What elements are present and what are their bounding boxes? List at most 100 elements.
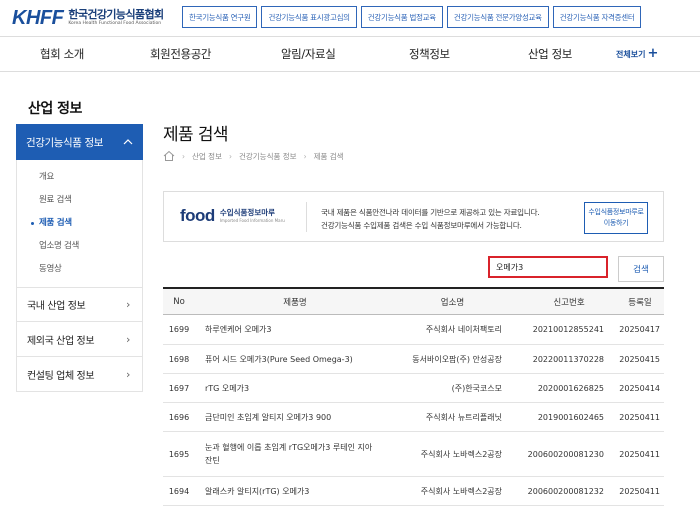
logo-mark: KHFF	[12, 6, 64, 29]
cell-no: 1699	[168, 325, 190, 334]
sidebar-item-label: 컨설팅 업체 정보	[27, 370, 95, 382]
quick-link-research[interactable]: 한국기능식품 연구원	[182, 6, 258, 28]
table-row[interactable]: 1698 퓨어 시드 오메가3(Pure Seed Omega-3) 동서바이오…	[163, 345, 664, 374]
sidebar-item-consulting[interactable]: 컨설팅 업체 정보 ›	[16, 357, 143, 392]
cell-report-number: 200600200081232	[527, 486, 604, 496]
cell-no: 1695	[168, 449, 190, 459]
cell-no: 1697	[168, 383, 190, 393]
cell-report-number: 20220011370228	[532, 354, 604, 364]
quick-link-certificate-center[interactable]: 건강기능식품 자격증센터	[552, 6, 642, 28]
table-row[interactable]: 1697 rTG 오메가3 (주)한국코스모 2020001626825 202…	[163, 374, 664, 403]
cell-date: 20250417	[619, 325, 660, 334]
button-line: 수입식품정보마루로	[588, 208, 644, 216]
cell-company: (주)한국코스모	[451, 383, 502, 393]
global-nav: 협회 소개 회원전용공간 알림/자료실 정책정보 산업 정보 전체보기 +	[0, 36, 700, 72]
go-to-food-maru-button[interactable]: 수입식품정보마루로 이동하기	[584, 202, 648, 234]
notice-box: food 수입식품정보마루 Imported Food Information …	[163, 191, 664, 242]
table-row[interactable]: 1696 금단미인 초임계 알티지 오메가3 900 주식회사 뉴트리플래닛 2…	[163, 403, 664, 432]
sidebar-item-label: 건강기능식품 정보	[26, 136, 104, 149]
cell-product-name[interactable]: 눈과 혈행에 이롭 초임계 rTG오메가3 루테인 지아잔틴	[195, 441, 375, 467]
sidebar: 건강기능식품 정보 개요 원료 검색 제품 검색 업소명 검색 동영상 국내 산…	[16, 124, 143, 392]
table-row[interactable]: 1699 하루엔케어 오메가3 주식회사 네이처팩토리 202100128552…	[163, 315, 664, 345]
home-icon[interactable]	[163, 150, 175, 162]
breadcrumb-current: 제품 검색	[313, 151, 344, 161]
food-info-maru-logo: food 수입식품정보마루 Imported Food Information …	[180, 206, 285, 226]
view-all-label: 전체보기	[616, 50, 646, 59]
sidebar-item-foreign[interactable]: 제외국 산업 정보 ›	[16, 322, 143, 357]
cell-product-name[interactable]: 알래스카 알티지(rTG) 오메가3	[195, 485, 375, 498]
cell-product-name[interactable]: 퓨어 시드 오메가3(Pure Seed Omega-3)	[195, 353, 375, 366]
cell-report-number: 200600200081230	[527, 449, 604, 459]
column-header-date: 등록일	[628, 297, 652, 308]
cell-report-number: 20210012855241	[532, 325, 604, 334]
cell-product-name[interactable]: 하루엔케어 오메가3	[195, 323, 375, 336]
cell-company: 주식회사 네이처팩토리	[425, 325, 502, 334]
submenu-item-company-search[interactable]: 업소명 검색	[17, 235, 142, 258]
food-logo-english: Imported Food Information Maru	[219, 217, 285, 223]
table-row[interactable]: 1694 알래스카 알티지(rTG) 오메가3 주식회사 노바렉스2공장 200…	[163, 477, 664, 506]
column-header-no: No	[173, 296, 185, 307]
cell-no: 1698	[168, 354, 190, 364]
cell-no: 1696	[168, 412, 190, 422]
site-logo[interactable]: KHFF 한국건강기능식품협회 Korea Health Functional …	[12, 6, 164, 30]
notice-line: 국내 제품은 식품안전나라 데이터를 기반으로 제공하고 있는 자료입니다.	[321, 208, 540, 217]
sidebar-item-domestic[interactable]: 국내 산업 정보 ›	[16, 287, 143, 322]
cell-no: 1694	[168, 486, 190, 496]
cell-company: 주식회사 노바렉스2공장	[420, 449, 502, 459]
page-title: 제품 검색	[163, 125, 229, 145]
search-input[interactable]	[488, 256, 608, 278]
cell-company: 동서바이오팜(주) 안성공장	[412, 354, 502, 364]
plus-icon: +	[647, 46, 659, 61]
chevron-up-icon	[123, 139, 133, 145]
cell-product-name[interactable]: 금단미인 초임계 알티지 오메가3 900	[195, 411, 375, 424]
quick-links: 한국기능식품 연구원 건강기능식품 표시광고심의 건강기능식품 법정교육 건강기…	[182, 6, 642, 28]
sidebar-item-label: 제외국 산업 정보	[27, 335, 95, 347]
gnb-item-notice[interactable]: 알림/자료실	[281, 37, 336, 71]
cell-company: 주식회사 뉴트리플래닛	[425, 412, 502, 422]
logo-english-name: Korea Health Functional Food Association	[68, 21, 162, 27]
submenu-item-video[interactable]: 동영상	[17, 258, 142, 281]
cell-date: 20250415	[619, 354, 660, 364]
cell-date: 20250414	[619, 383, 660, 393]
chevron-right-icon: ›	[126, 367, 130, 381]
cell-report-number: 2019001602465	[537, 412, 604, 422]
breadcrumb-item[interactable]: 산업 정보	[192, 151, 222, 162]
cell-date: 20250411	[619, 412, 660, 422]
gnb-item-about[interactable]: 협회 소개	[40, 37, 84, 71]
table-header: No 제품명 업소명 신고번호 등록일	[163, 287, 664, 315]
product-table: No 제품명 업소명 신고번호 등록일 1699 하루엔케어 오메가3 주식회사…	[163, 287, 664, 506]
search-button[interactable]: 검색	[618, 256, 664, 282]
breadcrumb-item[interactable]: 건강기능식품 정보	[239, 151, 297, 162]
gnb-item-members[interactable]: 회원전용공간	[150, 37, 211, 71]
cell-report-number: 2020001626825	[537, 383, 604, 393]
quick-link-expert-training[interactable]: 건강기능식품 전문가양성교육	[446, 6, 549, 28]
quick-link-legal-education[interactable]: 건강기능식품 법정교육	[360, 6, 443, 28]
submenu-item-product-search[interactable]: 제품 검색	[17, 212, 142, 235]
column-header-report-number: 신고번호	[553, 297, 585, 308]
column-header-product: 제품명	[283, 297, 307, 308]
sidebar-submenu: 개요 원료 검색 제품 검색 업소명 검색 동영상	[16, 160, 143, 287]
gnb-item-policy[interactable]: 정책정보	[409, 37, 450, 71]
logo-korean-name: 한국건강기능식품협회	[68, 8, 164, 22]
column-header-company: 업소명	[440, 297, 465, 308]
submenu-item-ingredient-search[interactable]: 원료 검색	[17, 189, 142, 212]
divider	[306, 202, 307, 232]
gnb-item-industry[interactable]: 산업 정보	[528, 37, 572, 71]
cell-date: 20250411	[619, 449, 660, 459]
chevron-right-icon: ›	[126, 298, 130, 311]
chevron-right-icon: ›	[182, 151, 185, 161]
quick-link-ad-review[interactable]: 건강기능식품 표시광고심의	[261, 6, 357, 28]
top-bar: KHFF 한국건강기능식품협회 Korea Health Functional …	[0, 0, 700, 36]
sidebar-item-health-food-info[interactable]: 건강기능식품 정보	[16, 124, 143, 160]
view-all-button[interactable]: 전체보기 +	[616, 37, 658, 71]
cell-product-name[interactable]: rTG 오메가3	[195, 382, 375, 395]
food-logo-korean: 수입식품정보마루	[219, 208, 276, 218]
notice-line: 건강기능식품 수입제품 검색은 수입 식품정보마루에서 가능합니다.	[321, 221, 522, 230]
sidebar-title: 산업 정보	[28, 101, 82, 117]
food-logo-text: food	[180, 206, 215, 225]
chevron-right-icon: ›	[126, 332, 130, 346]
submenu-item-overview[interactable]: 개요	[17, 166, 142, 189]
table-row[interactable]: 1695 눈과 혈행에 이롭 초임계 rTG오메가3 루테인 지아잔틴 주식회사…	[163, 432, 664, 477]
breadcrumb: › 산업 정보 › 건강기능식품 정보 › 제품 검색	[163, 150, 344, 162]
cell-company: 주식회사 노바렉스2공장	[420, 486, 502, 496]
